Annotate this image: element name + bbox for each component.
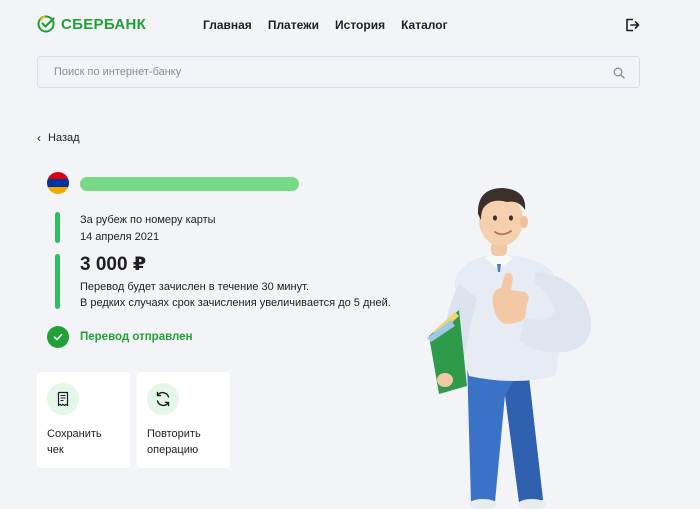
chevron-left-icon: ‹	[37, 131, 41, 145]
nav-item-history[interactable]: История	[335, 18, 385, 32]
back-label: Назад	[48, 132, 80, 144]
timeline-bar	[55, 212, 60, 243]
sberbank-logo-icon	[37, 15, 55, 33]
search-bar	[37, 56, 640, 88]
repeat-icon	[147, 383, 179, 415]
transfer-status: Перевод отправлен	[80, 331, 193, 343]
save-receipt-label: Сохранить чек	[47, 428, 102, 456]
sberbank-logo[interactable]: СБЕРБАНК	[37, 15, 146, 33]
transfer-date: 14 апреля 2021	[80, 231, 160, 243]
man-thumbs-up-illustration	[427, 188, 592, 509]
nav-item-catalog[interactable]: Каталог	[401, 18, 448, 32]
receipt-icon	[47, 383, 79, 415]
logout-icon[interactable]	[624, 17, 640, 33]
repeat-operation-button[interactable]: Повторить операцию	[137, 372, 230, 468]
check-icon	[47, 326, 69, 348]
timeline-bar	[55, 254, 60, 309]
transfer-note-line2: В редких случаях срок зачисления увеличи…	[80, 297, 391, 309]
armenia-flag-icon	[47, 172, 69, 194]
back-link[interactable]: ‹ Назад	[37, 132, 80, 144]
save-receipt-button[interactable]: Сохранить чек	[37, 372, 130, 468]
search-input[interactable]	[38, 57, 639, 87]
nav-item-payments[interactable]: Платежи	[268, 18, 319, 32]
nav-item-home[interactable]: Главная	[203, 18, 252, 32]
transfer-note-line1: Перевод будет зачислен в течение 30 мину…	[80, 281, 310, 293]
transfer-type: За рубеж по номеру карты	[80, 214, 216, 226]
main-nav: Главная Платежи История Каталог	[203, 18, 448, 32]
recipient-name-masked	[80, 177, 299, 191]
logo-text: СБЕРБАНК	[61, 15, 147, 33]
transfer-amount: 3 000 ₽	[80, 254, 147, 275]
search-icon[interactable]	[613, 67, 625, 79]
header: СБЕРБАНК Главная Платежи История Каталог	[0, 0, 700, 50]
repeat-operation-label: Повторить операцию	[147, 428, 201, 456]
